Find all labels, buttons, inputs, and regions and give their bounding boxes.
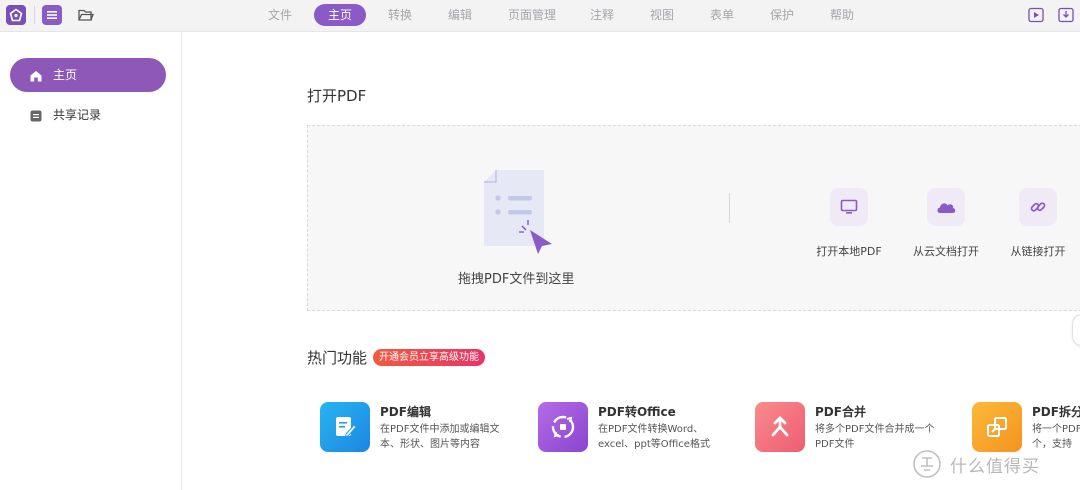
site-watermark: 什么值得买 — [912, 448, 1040, 480]
play-icon[interactable] — [1028, 7, 1044, 27]
feature-title: PDF合并 — [815, 405, 866, 419]
feature-pdf-edit[interactable]: PDF编辑 在PDF文件中添加或编辑文 本、形状、图片等内容 — [320, 402, 520, 454]
open-from-cloud-button[interactable]: 从云文档打开 — [906, 188, 986, 259]
feature-pdf-split[interactable]: PDF拆分 将一个PDF 个，支持 — [972, 402, 1080, 454]
merge-icon — [755, 402, 805, 452]
link-icon — [1019, 188, 1057, 226]
edit-icon — [320, 402, 370, 452]
tab-annotate[interactable]: 注释 — [582, 4, 622, 26]
drop-hint-text: 拖拽PDF文件到这里 — [458, 272, 575, 287]
tab-page-management[interactable]: 页面管理 — [502, 4, 562, 26]
home-icon — [29, 68, 43, 82]
drop-zone-divider — [729, 193, 730, 223]
feature-pdf-merge[interactable]: PDF合并 将多个PDF文件合并成一个 PDF文件 — [755, 402, 955, 454]
folder-open-icon[interactable] — [76, 5, 96, 25]
feature-title: PDF拆分 — [1032, 405, 1080, 419]
monitor-icon — [830, 188, 868, 226]
feature-pdf-to-office[interactable]: PDF转Office 在PDF文件转换Word、 excel、ppt等Offic… — [538, 402, 738, 454]
feature-title: PDF转Office — [598, 405, 676, 419]
tab-edit[interactable]: 编辑 — [440, 4, 480, 26]
sidebar-item-label: 共享记录 — [53, 108, 102, 122]
feature-description: 在PDF文件转换Word、 excel、ppt等Office格式 — [598, 422, 710, 452]
feature-description: 在PDF文件中添加或编辑文 本、形状、图片等内容 — [380, 422, 499, 452]
convert-icon — [538, 402, 588, 452]
sidebar-item-label: 主页 — [53, 68, 78, 82]
feature-description-line: 在PDF文件中添加或编辑文 — [380, 424, 500, 435]
open-pdf-title: 打开PDF — [307, 87, 367, 105]
open-local-pdf-button[interactable]: 打开本地PDF — [809, 188, 889, 259]
top-toolbar: 文件 主页 转换 编辑 页面管理 注释 视图 表单 保护 帮助 — [0, 0, 1080, 32]
open-option-label: 从链接打开 — [1010, 245, 1066, 258]
split-icon — [972, 402, 1022, 452]
hot-features-title: 热门功能 — [307, 349, 368, 367]
sidebar-item-share-history[interactable]: 共享记录 — [10, 98, 166, 132]
sidebar-item-home[interactable]: 主页 — [10, 58, 166, 92]
tab-help[interactable]: 帮助 — [822, 4, 862, 26]
tab-file[interactable]: 文件 — [260, 4, 300, 26]
feature-title: PDF编辑 — [380, 405, 431, 419]
tab-view[interactable]: 视图 — [642, 4, 682, 26]
feature-description-line: excel、ppt等Office格式 — [598, 439, 710, 450]
watermark-logo-icon — [913, 450, 941, 478]
drag-file-icon — [482, 168, 558, 258]
app-logo-icon[interactable] — [6, 5, 26, 25]
toolbar-divider — [34, 6, 35, 24]
feature-description-line: 将多个PDF文件合并成一个 — [815, 424, 935, 435]
watermark-text: 什么值得买 — [950, 456, 1040, 477]
tab-home[interactable]: 主页 — [314, 4, 366, 26]
download-icon[interactable] — [1058, 7, 1074, 27]
menu-icon[interactable] — [42, 5, 62, 25]
open-from-link-button[interactable]: 从链接打开 — [998, 188, 1078, 259]
feature-description-line: 本、形状、图片等内容 — [380, 439, 480, 450]
feature-description-line: 将一个PDF — [1032, 424, 1080, 435]
open-option-label: 从云文档打开 — [913, 245, 979, 258]
open-option-label: 打开本地PDF — [816, 245, 882, 258]
feature-description-line: 在PDF文件转换Word、 — [598, 424, 704, 435]
tab-form[interactable]: 表单 — [702, 4, 742, 26]
tab-protect[interactable]: 保护 — [762, 4, 802, 26]
sidebar: 主页 共享记录 — [0, 32, 182, 490]
cloud-icon — [927, 188, 965, 226]
vip-promo-badge[interactable]: 开通会员立享高级功能 — [373, 349, 485, 366]
document-icon — [29, 108, 43, 122]
scroll-handle[interactable] — [1072, 314, 1080, 346]
tab-convert[interactable]: 转换 — [380, 4, 420, 26]
